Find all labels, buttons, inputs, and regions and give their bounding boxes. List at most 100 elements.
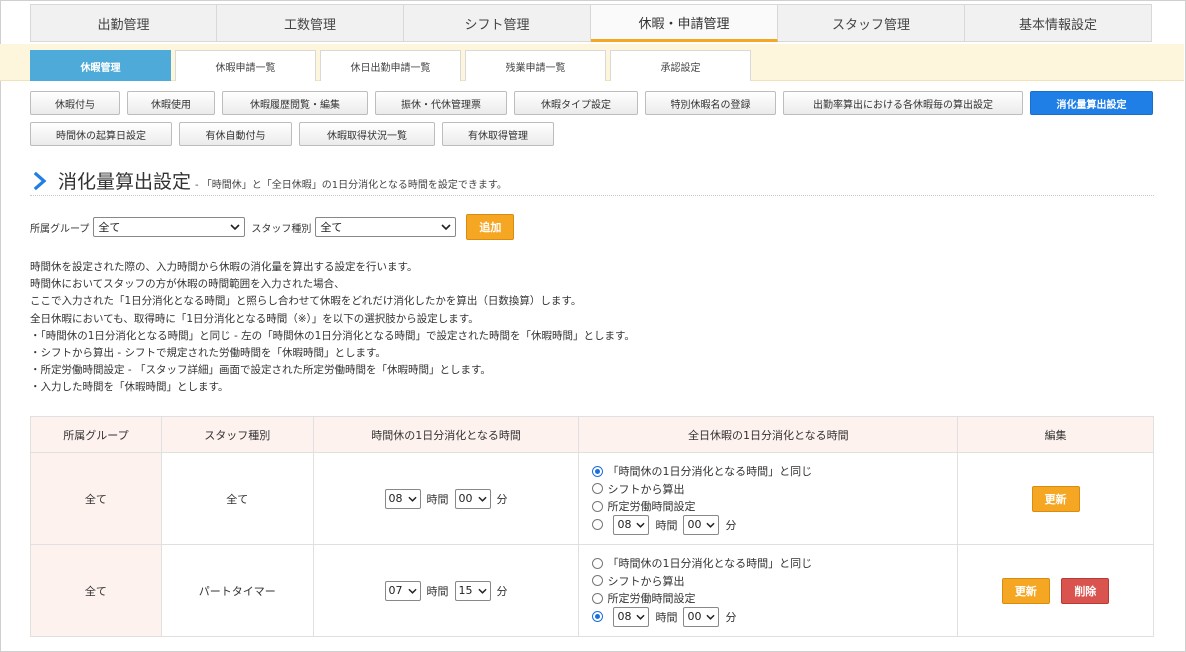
sub-tab-holiday-work-list[interactable]: 休日出勤申請一覧 (320, 50, 461, 81)
update-button[interactable]: 更新 (1031, 485, 1080, 512)
sub-tab-leave-request-list[interactable]: 休暇申請一覧 (175, 50, 316, 81)
radio[interactable] (592, 519, 604, 531)
custom-hours-select[interactable]: 08 (613, 606, 650, 627)
top-nav-staff[interactable]: スタッフ管理 (778, 4, 965, 42)
option-same-as-hourly[interactable]: 「時間休の1日分消化となる時間」と同じ (592, 554, 956, 572)
radio-selected[interactable] (592, 465, 604, 477)
delete-button[interactable]: 削除 (1061, 577, 1110, 604)
leave-type-button[interactable]: 休暇タイプ設定 (514, 91, 638, 115)
option-same-as-hourly[interactable]: 「時間休の1日分消化となる時間」と同じ (592, 462, 956, 480)
table-row: 全て パートタイマー 07 時間 15 分 「時間休の1日分消化となる時間」と同… (30, 544, 1154, 637)
table-header-row: 所属グループ スタッフ種別 時間休の1日分消化となる時間 全日休暇の1日分消化と… (30, 416, 1154, 453)
sub-tab-leave-management[interactable]: 休暇管理 (30, 50, 171, 81)
custom-minutes-value: 00 (687, 610, 702, 624)
custom-minutes-select[interactable]: 00 (683, 514, 720, 535)
chevron-down-icon (407, 496, 417, 502)
hourly-hours-value: 08 (388, 492, 403, 505)
staff-type-select[interactable]: 全て (315, 217, 457, 237)
radio[interactable] (592, 575, 604, 586)
filter-bar: 所属グループ 全て スタッフ種別 全て 追加 (30, 214, 515, 240)
page-description: - 「時間休」と「全日休暇」の1日分消化となる時間を設定できます。 (195, 180, 507, 191)
header-hourly-time: 時間休の1日分消化となる時間 (312, 416, 580, 453)
row-group: 全て (30, 544, 162, 637)
chevron-down-icon (407, 588, 417, 594)
option-scheduled-hours[interactable]: 所定労働時間設定 (592, 589, 956, 607)
function-buttons-row-2: 時間休の起算日設定 有休自動付与 休暇取得状況一覧 有休取得管理 (30, 122, 554, 146)
row-fullday-time: 「時間休の1日分消化となる時間」と同じ シフトから算出 所定労働時間設定 08 … (578, 544, 959, 637)
option-scheduled-hours[interactable]: 所定労働時間設定 (592, 497, 956, 515)
custom-time-inputs: 08 時間 00 分 (613, 606, 737, 627)
header-group: 所属グループ (30, 416, 162, 453)
row-staff-type: パートタイマー (160, 544, 314, 637)
explanation-text: 時間休を設定された際の、入力時間から休暇の消化量を算出する設定を行います。 時間… (30, 259, 635, 397)
option-label: 所定労働時間設定 (607, 500, 696, 513)
custom-hours-select[interactable]: 08 (613, 514, 650, 535)
top-nav-attendance[interactable]: 出勤管理 (30, 4, 217, 42)
top-nav-basic-settings[interactable]: 基本情報設定 (965, 4, 1152, 42)
group-select-value: 全て (98, 221, 121, 234)
option-from-shift[interactable]: シフトから算出 (592, 480, 956, 498)
update-button[interactable]: 更新 (1001, 577, 1050, 604)
table-row: 全て 全て 08 時間 00 分 「時間休の1日分消化となる時間」と同じ シフト… (30, 452, 1154, 545)
grant-leave-button[interactable]: 休暇付与 (30, 91, 120, 115)
hour-unit: 時間 (426, 584, 449, 598)
group-select[interactable]: 全て (93, 217, 246, 237)
fullday-options: 「時間休の1日分消化となる時間」と同じ シフトから算出 所定労働時間設定 08 … (580, 554, 956, 627)
sub-nav: 休暇管理 休暇申請一覧 休日出勤申請一覧 残業申請一覧 承認設定 (30, 50, 751, 81)
hourly-minutes-select[interactable]: 15 (454, 580, 491, 601)
radio[interactable] (592, 500, 604, 512)
explanation-line: ・入力した時間を「休暇時間」とします。 (30, 381, 229, 394)
leave-history-button[interactable]: 休暇履歴閲覧・編集 (222, 91, 368, 115)
top-nav-shift[interactable]: シフト管理 (404, 4, 591, 42)
chevron-down-icon (706, 522, 716, 528)
row-hourly-time: 07 時間 15 分 (312, 544, 580, 637)
chevron-down-icon (706, 614, 716, 620)
minute-unit: 分 (496, 492, 508, 506)
top-nav-man-hours[interactable]: 工数管理 (217, 4, 404, 42)
row-fullday-time: 「時間休の1日分消化となる時間」と同じ シフトから算出 所定労働時間設定 08 … (578, 452, 959, 545)
top-nav-leave-requests[interactable]: 休暇・申請管理 (591, 4, 778, 42)
hourly-minutes-value: 00 (458, 492, 473, 505)
header-staff-type: スタッフ種別 (160, 416, 314, 453)
custom-minutes-select[interactable]: 00 (683, 606, 720, 627)
attendance-rate-button[interactable]: 出勤率算出における各休暇毎の算出設定 (783, 91, 1023, 115)
substitute-leave-button[interactable]: 振休・代休管理票 (375, 91, 507, 115)
page-header: 消化量算出設定 - 「時間休」と「全日休暇」の1日分消化となる時間を設定できます… (30, 166, 1154, 196)
hourly-minutes-value: 15 (458, 584, 473, 597)
option-label: 所定労働時間設定 (607, 592, 696, 605)
chevron-down-icon (636, 614, 646, 620)
radio[interactable] (592, 557, 604, 569)
custom-hours-value: 08 (617, 610, 632, 624)
auto-grant-button[interactable]: 有休自動付与 (179, 122, 292, 146)
option-label: 「時間休の1日分消化となる時間」と同じ (607, 557, 813, 570)
radio-selected[interactable] (592, 611, 604, 623)
option-from-shift[interactable]: シフトから算出 (592, 572, 956, 590)
hour-unit: 時間 (426, 492, 449, 506)
radio[interactable] (592, 592, 604, 604)
hourly-hours-select[interactable]: 08 (384, 488, 421, 509)
row-group: 全て (30, 452, 162, 545)
hourly-minutes-select[interactable]: 00 (454, 488, 491, 509)
explanation-line: ・所定労働時間設定 - 「スタッフ詳細」画面で設定された所定労働時間を「休暇時間… (30, 364, 491, 377)
consumption-settings-button[interactable]: 消化量算出設定 (1030, 91, 1153, 115)
leave-status-button[interactable]: 休暇取得状況一覧 (299, 122, 435, 146)
explanation-line: 時間休を設定された際の、入力時間から休暇の消化量を算出する設定を行います。 (30, 261, 418, 273)
minute-unit: 分 (725, 610, 737, 624)
special-leave-button[interactable]: 特別休暇名の登録 (645, 91, 776, 115)
chevron-down-icon (230, 224, 240, 230)
group-filter-label: 所属グループ (30, 223, 90, 235)
radio[interactable] (592, 483, 604, 494)
row-staff-type-value: 全て (226, 492, 249, 506)
sub-tab-approval-settings[interactable]: 承認設定 (610, 50, 751, 81)
hourly-time-inputs: 08 時間 00 分 (384, 488, 508, 509)
sub-tab-overtime-list[interactable]: 残業申請一覧 (465, 50, 606, 81)
hourly-leave-start-button[interactable]: 時間休の起算日設定 (30, 122, 172, 146)
option-custom-time[interactable]: 08 時間 00 分 (592, 514, 956, 535)
explanation-line: 時間休においてスタッフの方が休暇の時間範囲を入力された場合、 (30, 278, 345, 291)
header-fullday-time: 全日休暇の1日分消化となる時間 (578, 416, 959, 453)
use-leave-button[interactable]: 休暇使用 (127, 91, 215, 115)
hourly-hours-select[interactable]: 07 (384, 580, 421, 601)
paid-leave-management-button[interactable]: 有休取得管理 (442, 122, 554, 146)
add-button[interactable]: 追加 (466, 214, 515, 240)
option-custom-time[interactable]: 08 時間 00 分 (592, 606, 956, 627)
